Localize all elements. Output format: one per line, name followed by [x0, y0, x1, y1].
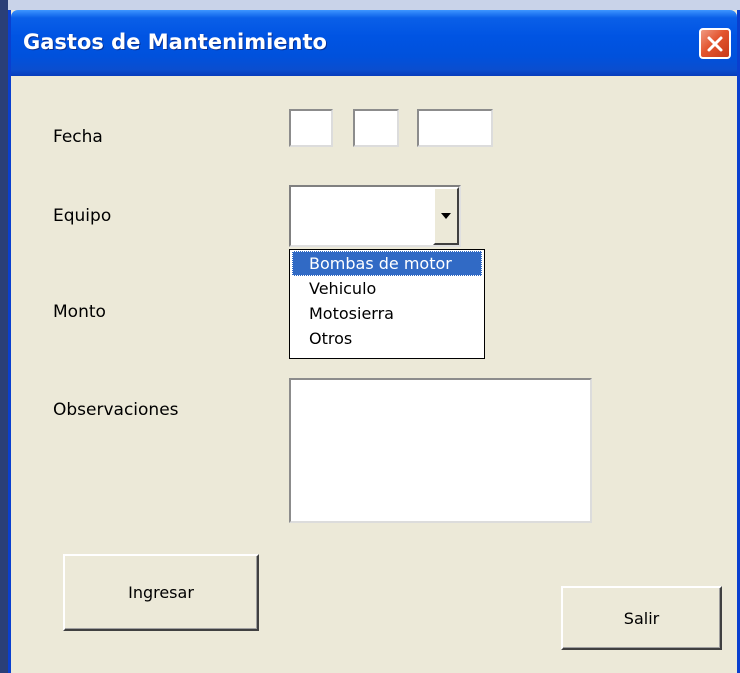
dropdown-option[interactable]: Motosierra — [292, 301, 482, 326]
background-strip — [0, 0, 740, 10]
close-icon — [707, 36, 723, 51]
observaciones-textarea[interactable] — [289, 378, 592, 523]
background-strip-left — [0, 0, 8, 673]
dropdown-option[interactable]: Otros — [292, 326, 482, 351]
fecha-day-input[interactable] — [289, 109, 333, 147]
dropdown-arrow-icon — [441, 213, 451, 219]
observaciones-label: Observaciones — [53, 400, 179, 420]
dropdown-option[interactable]: Vehiculo — [292, 276, 482, 301]
equipo-combobox[interactable] — [289, 185, 461, 247]
dialog-window: Gastos de Mantenimiento Fecha Equipo Bom… — [8, 10, 740, 673]
ingresar-button[interactable]: Ingresar — [63, 554, 259, 631]
title-bar[interactable]: Gastos de Mantenimiento — [11, 10, 737, 76]
fecha-label: Fecha — [53, 127, 103, 147]
fecha-year-input[interactable] — [417, 109, 493, 147]
monto-label: Monto — [53, 302, 106, 322]
window-title: Gastos de Mantenimiento — [23, 30, 327, 54]
salir-button[interactable]: Salir — [561, 586, 722, 650]
equipo-label: Equipo — [53, 206, 112, 226]
equipo-dropdown-button[interactable] — [433, 187, 459, 245]
close-button[interactable] — [699, 28, 731, 59]
equipo-dropdown-list: Bombas de motor Vehiculo Motosierra Otro… — [289, 249, 485, 359]
screen: Gastos de Mantenimiento Fecha Equipo Bom… — [0, 0, 740, 673]
dropdown-option[interactable]: Bombas de motor — [292, 251, 482, 276]
fecha-month-input[interactable] — [353, 109, 399, 147]
